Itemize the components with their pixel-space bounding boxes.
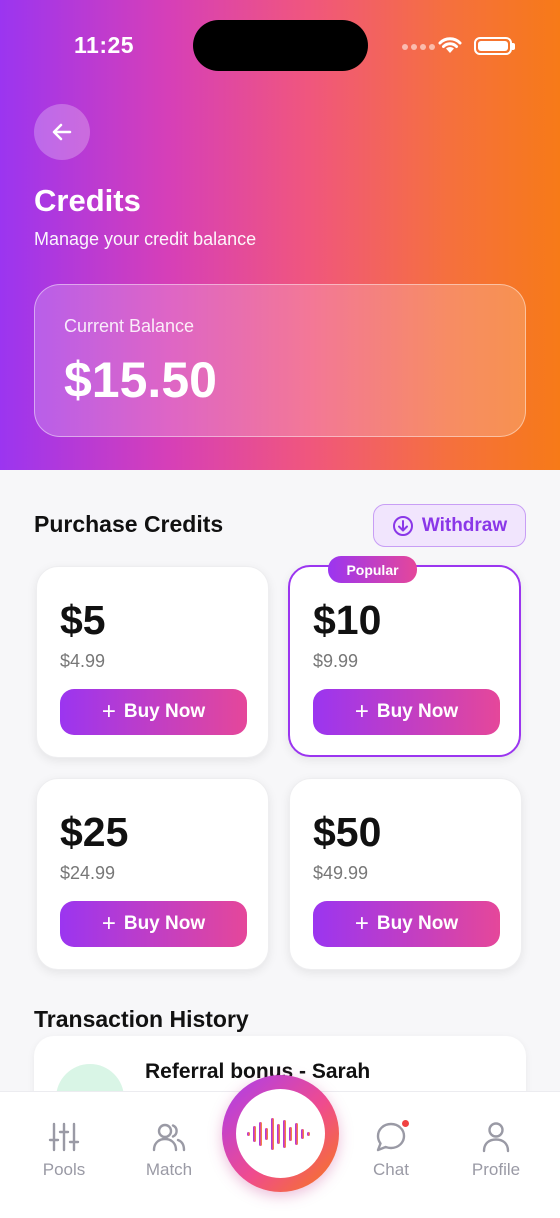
buy-now-label: Buy Now [376,913,459,934]
withdraw-button[interactable]: Withdraw [373,504,526,547]
history-section-title: Transaction History [34,1006,249,1032]
dynamic-island [193,20,368,71]
logo-container [236,1089,325,1178]
package-price: $24.99 [60,863,116,883]
purchase-section-title: Purchase Credits [34,511,224,537]
package-amount: $50 [313,809,382,855]
sliders-icon [48,1122,80,1152]
nav-item-chat[interactable]: Chat [346,1118,436,1180]
center-logo-button[interactable] [222,1075,339,1192]
nav-item-pools[interactable]: Pools [19,1120,109,1180]
balance-card: Current Balance $15.50 [34,284,526,437]
users-icon [152,1123,186,1152]
header-background: 11:25 Credits Manage your credit balance… [0,0,560,470]
wifi-icon [438,37,462,53]
credit-package-card: $50 $49.99 + Buy Now [289,778,522,970]
package-price: $49.99 [313,863,369,883]
unread-dot [400,1118,411,1129]
credit-package-card-popular: Popular $10 $9.99 + Buy Now [288,556,521,757]
page-title: Credits [34,183,141,218]
package-amount: $5 [60,597,106,643]
nav-label-chat: Chat [373,1160,409,1179]
package-amount: $25 [60,809,129,855]
withdraw-label: Withdraw [421,514,508,536]
plus-icon: + [354,698,369,725]
buy-now-button[interactable]: + Buy Now [60,689,247,735]
nav-label-profile: Profile [471,1160,521,1179]
buy-now-button[interactable]: + Buy Now [313,901,500,947]
balance-value: $15.50 [64,352,217,408]
back-button[interactable] [34,104,90,160]
user-icon [482,1122,510,1153]
package-price: $9.99 [313,651,359,671]
page-subtitle: Manage your credit balance [34,229,257,249]
popular-badge: Popular [328,556,417,583]
buy-now-button[interactable]: + Buy Now [60,901,247,947]
nav-item-profile[interactable]: Profile [451,1120,541,1180]
credit-package-card: $25 $24.99 + Buy Now [36,778,269,970]
plus-icon: + [101,910,116,937]
buy-now-label: Buy Now [123,913,206,934]
credit-package-card: $5 $4.99 + Buy Now [36,566,269,758]
buy-now-button[interactable]: + Buy Now [313,689,500,735]
nav-label-match: Match [145,1160,193,1179]
balance-label: Current Balance [64,316,195,336]
package-amount: $10 [313,597,382,643]
app-logo-icon [246,1117,310,1150]
status-bar: 11:25 [0,0,560,90]
package-price: $4.99 [60,651,106,671]
plus-icon: + [354,910,369,937]
arrow-left-icon [52,123,72,141]
status-time: 11:25 [74,32,135,58]
download-circle-icon [392,515,413,536]
battery-icon [474,37,515,55]
plus-icon: + [101,698,116,725]
buy-now-label: Buy Now [123,701,206,722]
nav-label-pools: Pools [42,1160,86,1179]
signal-icon [402,44,435,50]
buy-now-label: Buy Now [376,701,459,722]
nav-item-match[interactable]: Match [124,1120,214,1180]
